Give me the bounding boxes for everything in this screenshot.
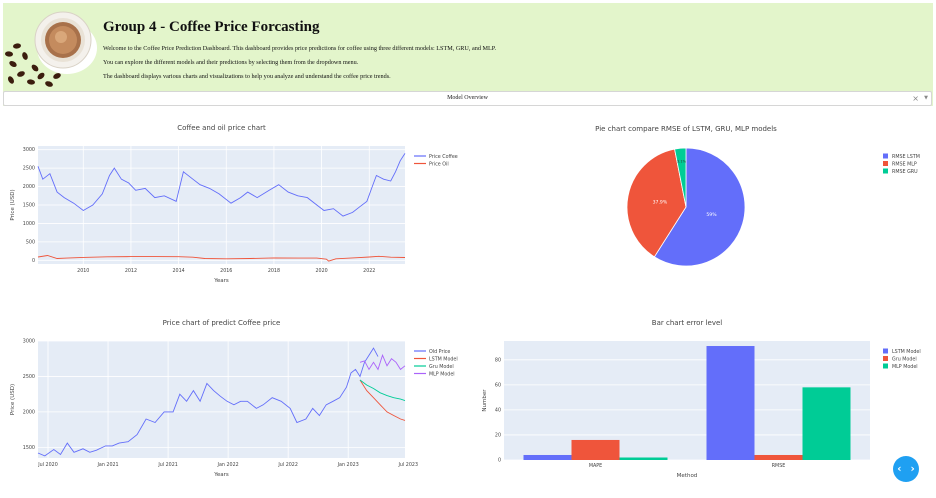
x-tick-label: Jul 2023	[397, 462, 418, 468]
x-axis-label: Years	[213, 278, 229, 284]
legend-label: MLP Model	[892, 364, 918, 370]
bar	[706, 346, 755, 460]
y-tick-label: 40	[495, 407, 501, 413]
bar	[571, 439, 620, 460]
pie-slice-label: 37.9%	[653, 200, 668, 206]
y-tick-label: 80	[495, 357, 501, 363]
y-axis-label: Price (USD)	[10, 384, 16, 415]
legend-label: Gru Model	[892, 357, 917, 363]
legend-swatch	[883, 161, 888, 166]
y-axis-label: Price (USD)	[10, 189, 16, 220]
chart-title: Bar chart error level	[652, 319, 722, 327]
x-tick-label: Jan 2022	[217, 462, 239, 468]
legend-label: RMSE LSTM	[892, 154, 920, 160]
y-axis-label: Number	[482, 389, 488, 412]
x-tick-label: 2022	[363, 268, 375, 274]
y-tick-label: 1500	[23, 203, 35, 209]
legend-swatch	[883, 153, 888, 159]
code-arrows-icon[interactable]: ‹ ›	[893, 456, 919, 482]
legend-label: MLP Model	[429, 372, 455, 378]
y-tick-label: 1000	[23, 221, 35, 227]
y-tick-label: 0	[32, 258, 35, 264]
y-tick-label: 1500	[23, 445, 35, 451]
x-tick-label: 2012	[125, 268, 137, 274]
bar	[754, 454, 803, 460]
y-tick-label: 2000	[23, 409, 35, 415]
x-tick-label: MAPE	[589, 463, 602, 469]
x-tick-label: RMSE	[772, 463, 786, 469]
x-tick-label: 2020	[315, 268, 327, 274]
legend-label: LSTM Model	[892, 349, 921, 355]
bar	[802, 387, 851, 460]
plot-area	[38, 341, 405, 458]
x-tick-label: 2018	[268, 268, 280, 274]
y-tick-label: 2500	[23, 374, 35, 380]
legend-swatch	[883, 356, 888, 361]
x-tick-label: Jan 2023	[337, 462, 359, 468]
y-tick-label: 3000	[23, 147, 35, 153]
y-tick-label: 2000	[23, 184, 35, 190]
legend-label: Price Coffee	[429, 154, 458, 160]
legend-swatch	[883, 363, 888, 369]
x-tick-label: 2010	[77, 268, 89, 274]
chart-title: Price chart of predict Coffee price	[163, 319, 281, 327]
x-tick-label: 2016	[220, 268, 232, 274]
x-tick-label: Jul 2020	[37, 462, 58, 468]
legend-swatch	[883, 168, 888, 174]
x-axis-label: Method	[677, 473, 698, 479]
legend-label: Old Price	[429, 349, 450, 355]
chart-title: Pie chart compare RMSE of LSTM, GRU, MLP…	[595, 125, 777, 133]
bar	[619, 457, 668, 460]
y-tick-label: 0	[498, 458, 501, 464]
legend-label: RMSE GRU	[892, 169, 918, 175]
legend-label: RMSE MLP	[892, 162, 917, 168]
y-tick-label: 500	[26, 239, 35, 245]
y-tick-label: 2500	[23, 166, 35, 172]
x-tick-label: 2014	[172, 268, 184, 274]
chart-title: Coffee and oil price chart	[177, 124, 266, 132]
legend-label: Gru Model	[429, 364, 454, 370]
x-tick-label: Jul 2022	[277, 462, 298, 468]
x-tick-label: Jan 2021	[96, 462, 118, 468]
y-tick-label: 60	[495, 382, 501, 388]
bar	[523, 454, 572, 460]
y-tick-label: 3000	[23, 339, 35, 345]
pie-slice-label: 59%	[706, 212, 717, 218]
y-tick-label: 20	[495, 432, 501, 438]
charts-layer: 0 500 1000 1500 2000 2500 3000 2010 2012 2014 2016…	[10, 124, 921, 479]
pie-slice-label: 3.1%	[677, 160, 687, 164]
x-axis-label: Years	[213, 472, 229, 478]
legend-label: Price Oil	[429, 162, 449, 168]
legend-label: LSTM Model	[429, 357, 458, 363]
x-tick-label: Jul 2021	[157, 462, 178, 468]
legend-swatch	[883, 348, 888, 354]
